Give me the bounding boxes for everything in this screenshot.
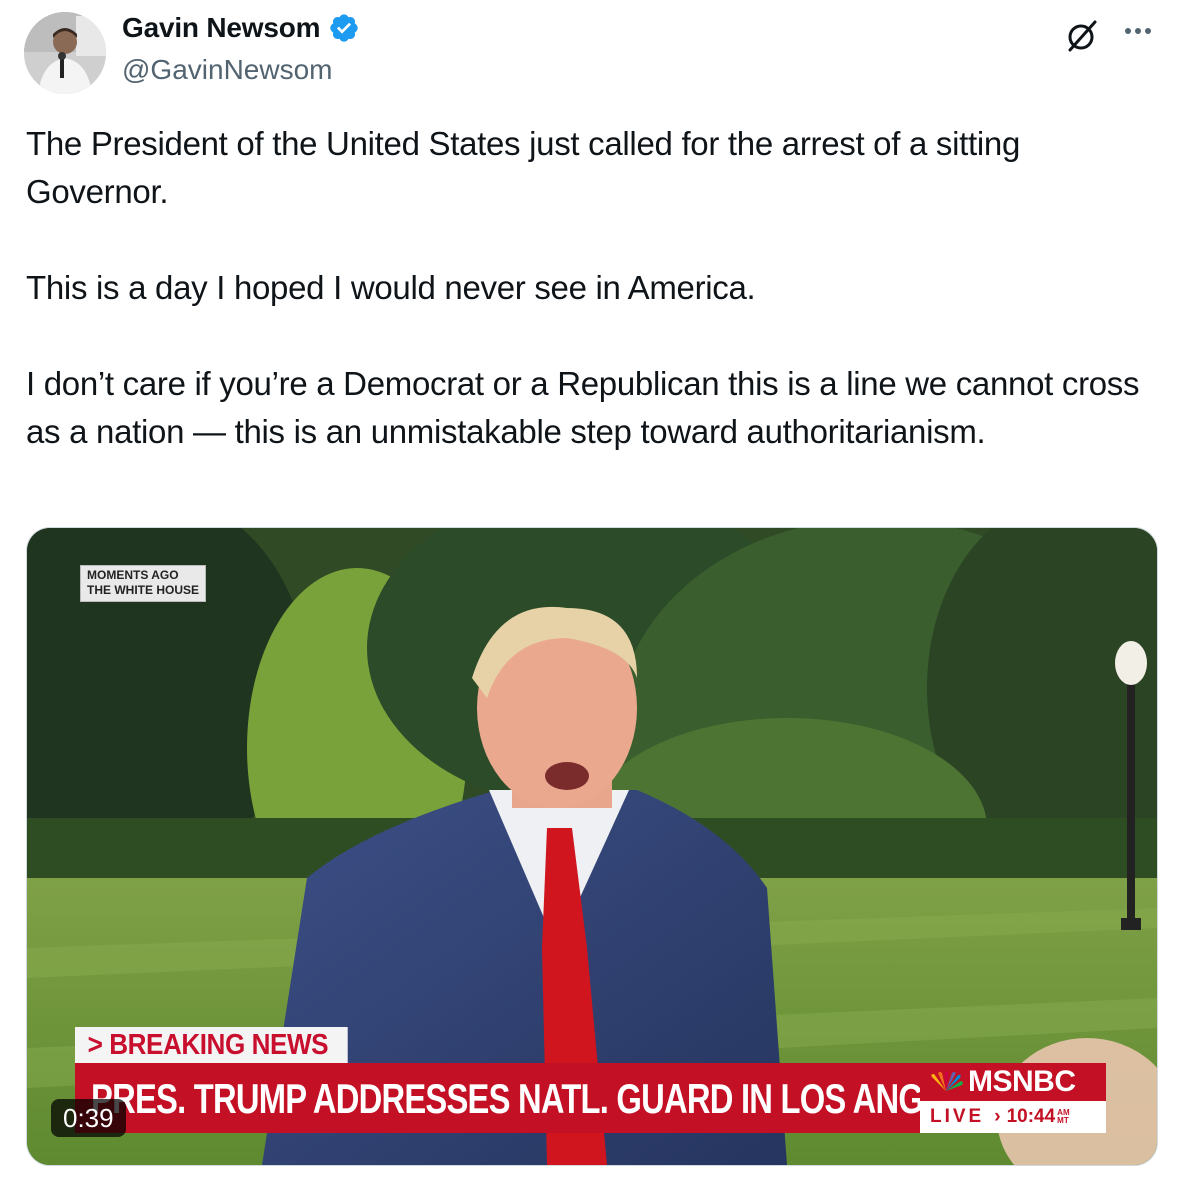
live-indicator: LIVE › 10:44 AM MT bbox=[930, 1105, 1070, 1129]
more-options-button[interactable] bbox=[1118, 16, 1158, 46]
tweet-paragraph: This is a day I hoped I would never see … bbox=[26, 269, 756, 306]
grok-icon bbox=[1068, 20, 1097, 52]
profile-photo-icon bbox=[24, 12, 106, 94]
location-tag: MOMENTS AGO THE WHITE HOUSE bbox=[80, 565, 207, 602]
avatar[interactable] bbox=[24, 12, 106, 94]
time-suffix: AM MT bbox=[1057, 1108, 1069, 1125]
video-player[interactable]: MOMENTS AGO THE WHITE HOUSE > BREAKING N… bbox=[26, 527, 1158, 1166]
more-icon bbox=[1125, 28, 1151, 34]
network-top: MSNBC bbox=[920, 1063, 1106, 1101]
location-tag-line: THE WHITE HOUSE bbox=[87, 583, 200, 597]
author-handle[interactable]: @GavinNewsom bbox=[122, 54, 332, 86]
author-name[interactable]: Gavin Newsom bbox=[122, 12, 321, 44]
video-duration: 0:39 bbox=[51, 1099, 126, 1137]
live-time: 10:44 bbox=[1006, 1106, 1056, 1127]
breaking-news-label: > BREAKING NEWS bbox=[75, 1027, 348, 1063]
live-label: LIVE bbox=[930, 1106, 985, 1127]
network-name: MSNBC bbox=[968, 1065, 1076, 1098]
tweet-text: The President of the United States just … bbox=[26, 120, 1146, 456]
peacock-logo-icon bbox=[931, 1071, 963, 1091]
verified-badge-icon bbox=[330, 14, 359, 42]
tweet-paragraph: The President of the United States just … bbox=[26, 125, 1021, 210]
tweet-paragraph: I don’t care if you’re a Democrat or a R… bbox=[26, 365, 1140, 450]
tweet-header: Gavin Newsom @GavinNewsom bbox=[0, 0, 1188, 100]
headline-banner: PRES. TRUMP ADDRESSES NATL. GUARD IN LOS… bbox=[75, 1063, 927, 1133]
network-bug: MSNBC LIVE › 10:44 AM MT bbox=[920, 1063, 1106, 1133]
grok-button[interactable] bbox=[1064, 18, 1100, 54]
chevron-right-icon: › bbox=[994, 1106, 1001, 1127]
headline-text: PRES. TRUMP ADDRESSES NATL. GUARD IN LOS… bbox=[91, 1075, 927, 1122]
time-suffix-tz: MT bbox=[1057, 1115, 1069, 1125]
location-tag-line: MOMENTS AGO bbox=[87, 568, 179, 582]
author-row: Gavin Newsom bbox=[122, 12, 360, 44]
